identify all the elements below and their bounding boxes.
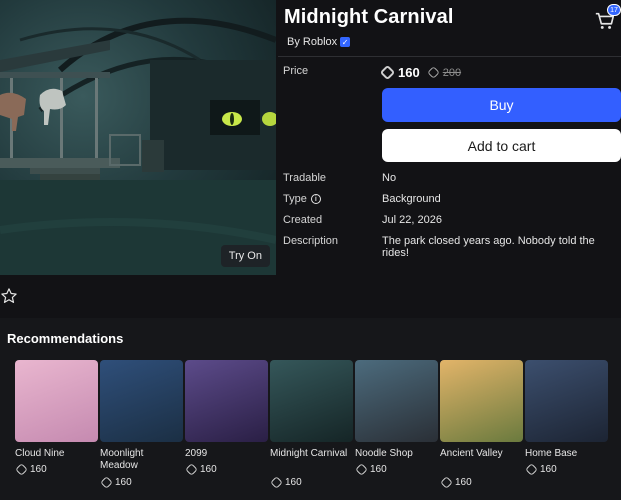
info-icon[interactable]: i xyxy=(310,194,321,205)
price-label: Price xyxy=(283,65,309,77)
recommendation-name[interactable]: Ancient Valley xyxy=(440,448,520,460)
recommendation-card[interactable] xyxy=(100,360,183,442)
robux-icon xyxy=(185,463,198,476)
buy-button[interactable]: Buy xyxy=(382,88,621,122)
recommendation-price-value: 160 xyxy=(200,464,217,475)
recommendation-card[interactable] xyxy=(15,360,98,442)
description-label: Description xyxy=(283,235,339,247)
recommendation-name[interactable]: Moonlight Meadow xyxy=(100,448,180,472)
item-thumbnail: Try On xyxy=(0,0,276,275)
robux-icon xyxy=(15,463,28,476)
description-value: The park closed years ago. Nobody told t… xyxy=(382,235,595,259)
recommendation-card[interactable] xyxy=(355,360,438,442)
recommendation-card[interactable] xyxy=(185,360,268,442)
robux-icon xyxy=(100,476,113,489)
recommendation-price-value: 160 xyxy=(115,477,132,488)
robux-icon xyxy=(525,463,538,476)
recommendations-title: Recommendations xyxy=(7,331,124,346)
verified-badge-icon: ✓ xyxy=(340,37,351,47)
recommendation-price-value: 160 xyxy=(285,477,302,488)
creator-line[interactable]: By Roblox ✓ xyxy=(287,36,351,48)
title-divider xyxy=(278,56,621,57)
tradable-value: No xyxy=(382,172,397,184)
recommendation-price-value: 160 xyxy=(30,464,47,475)
recommendation-price: 160 xyxy=(525,463,557,476)
item-title: Midnight Carnival xyxy=(284,6,454,28)
creator-name[interactable]: By Roblox xyxy=(287,36,337,48)
try-on-button[interactable]: Try On xyxy=(220,245,270,267)
original-price: 200 xyxy=(442,66,462,79)
recommendation-price: 160 xyxy=(15,463,47,476)
price-row: 160 200 xyxy=(379,64,462,81)
add-to-cart-button[interactable]: Add to cart xyxy=(382,129,621,162)
type-value: Background xyxy=(382,193,441,205)
created-value: Jul 22, 2026 xyxy=(382,214,442,226)
recommendation-price-value: 160 xyxy=(370,464,387,475)
type-label-row: Type i xyxy=(283,193,321,205)
recommendation-price-value: 160 xyxy=(455,477,472,488)
recommendation-name[interactable]: Midnight Carnival xyxy=(270,448,350,460)
robux-icon xyxy=(270,476,283,489)
recommendation-price: 160 xyxy=(440,476,472,489)
favorite-star-icon[interactable] xyxy=(0,287,18,305)
recommendation-price: 160 xyxy=(100,476,132,489)
robux-icon xyxy=(440,476,453,489)
created-label: Created xyxy=(283,214,323,226)
carnival-scene-illustration xyxy=(0,17,276,275)
tradable-label: Tradable xyxy=(283,172,327,184)
cart-count-badge: 17 xyxy=(607,4,621,16)
recommendation-card[interactable] xyxy=(440,360,523,442)
robux-icon xyxy=(426,66,440,79)
recommendation-price: 160 xyxy=(270,476,302,489)
robux-icon xyxy=(355,463,368,476)
recommendation-name[interactable]: Home Base xyxy=(525,448,605,460)
robux-icon xyxy=(379,64,396,81)
recommendation-price-value: 160 xyxy=(540,464,557,475)
type-label: Type xyxy=(283,193,307,205)
recommendation-price: 160 xyxy=(355,463,387,476)
recommendation-name[interactable]: Cloud Nine xyxy=(15,448,95,460)
current-price: 160 xyxy=(398,65,420,80)
recommendation-price: 160 xyxy=(185,463,217,476)
recommendation-name[interactable]: 2099 xyxy=(185,448,265,460)
recommendation-card[interactable] xyxy=(270,360,353,442)
recommendation-name[interactable]: Noodle Shop xyxy=(355,448,435,460)
recommendation-card[interactable] xyxy=(525,360,608,442)
